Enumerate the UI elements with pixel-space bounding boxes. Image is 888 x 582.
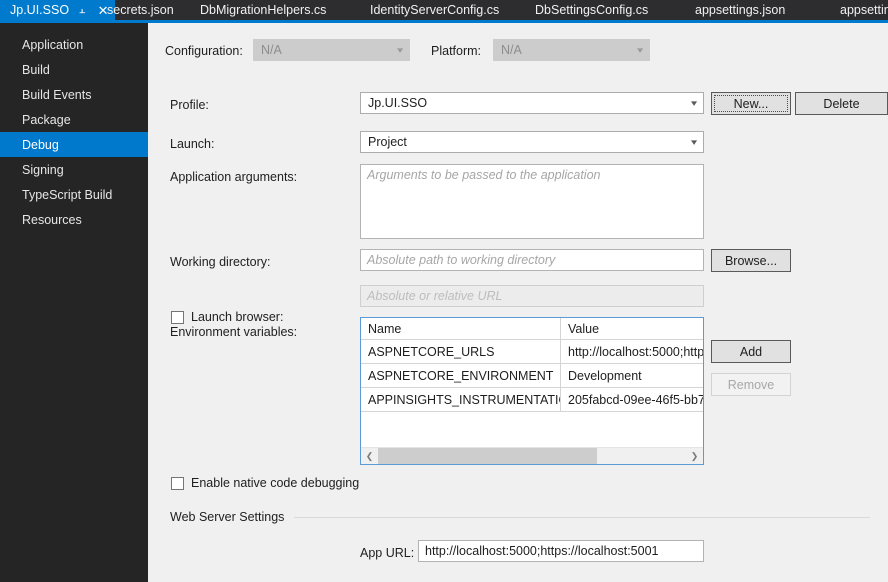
env-var-name-cell[interactable]: ASPNETCORE_ENVIRONMENT [361, 364, 561, 387]
grid-horizontal-scrollbar[interactable]: ❮ ❯ [361, 447, 703, 464]
platform-dropdown[interactable]: N/A ▾ [493, 39, 650, 61]
environment-variables-grid-header: Name Value [361, 318, 703, 340]
chevron-down-icon: ▾ [690, 136, 698, 147]
profile-value: Jp.UI.SSO [368, 96, 428, 110]
web-server-settings-title: Web Server Settings [170, 510, 285, 524]
launch-browser-checkbox-row[interactable]: Launch browser: [171, 310, 283, 324]
configuration-label: Configuration: [165, 44, 243, 58]
editor-tab-strip: Jp.UI.SSO ⫠ ✕ secrets.json DbMigrationHelper… [0, 0, 888, 20]
sidebar-item-label: Build [22, 62, 50, 77]
delete-profile-button-label: Delete [823, 96, 860, 111]
sidebar-item-signing[interactable]: Signing [0, 157, 148, 182]
browse-button-label: Browse... [724, 253, 778, 268]
editor-tab-label: IdentityServerConfig.cs [370, 3, 500, 17]
sidebar-item-application[interactable]: Application [0, 32, 148, 57]
sidebar-item-label: TypeScript Build [22, 187, 113, 202]
editor-tab-label: DbMigrationHelpers.cs [200, 3, 327, 17]
editor-tab-3[interactable]: IdentityServerConfig.cs [360, 0, 509, 20]
browse-button[interactable]: Browse... [711, 249, 791, 272]
configuration-dropdown[interactable]: N/A ▾ [253, 39, 410, 61]
native-debug-checkbox[interactable] [171, 476, 184, 490]
environment-variables-grid[interactable]: Name Value ASPNETCORE_URLS http://localho… [360, 317, 704, 465]
working-directory-label: Working directory: [170, 255, 271, 269]
launch-dropdown[interactable]: Project ▾ [360, 131, 704, 153]
add-env-var-button[interactable]: Add [711, 340, 791, 363]
working-directory-input[interactable]: Absolute path to working directory [360, 249, 704, 271]
sidebar-item-label: Signing [22, 162, 64, 177]
editor-tab-4[interactable]: DbSettingsConfig.cs [525, 0, 658, 20]
configuration-value: N/A [261, 43, 282, 57]
editor-tab-5[interactable]: appsettings.json [685, 0, 795, 20]
profile-dropdown[interactable]: Jp.UI.SSO ▾ [360, 92, 704, 114]
chevron-down-icon: ▾ [396, 44, 404, 55]
native-debug-label: Enable native code debugging [191, 476, 360, 490]
sidebar-item-debug[interactable]: Debug [0, 132, 159, 157]
editor-tab-6[interactable]: appsettings [830, 0, 888, 20]
chevron-right-icon[interactable]: ❯ [686, 448, 703, 465]
env-var-name-cell[interactable]: APPINSIGHTS_INSTRUMENTATIONKEY [361, 388, 561, 411]
platform-label: Platform: [431, 44, 482, 58]
sidebar-item-label: Package [22, 112, 71, 127]
editor-tab-label: appsettings.json [695, 3, 786, 17]
editor-tab-1[interactable]: secrets.json [97, 0, 184, 20]
column-header-name[interactable]: Name [361, 318, 561, 339]
environment-variables-grid-body: ASPNETCORE_URLS http://localhost:5000;htt… [361, 340, 703, 412]
editor-tab-label: DbSettingsConfig.cs [535, 3, 649, 17]
editor-tab-label: secrets.json [107, 3, 174, 17]
native-debug-checkbox-row[interactable]: Enable native code debugging [171, 476, 359, 490]
launch-browser-label: Launch browser: [191, 310, 284, 324]
add-env-var-button-label: Add [739, 344, 763, 359]
remove-env-var-button-label: Remove [727, 377, 775, 392]
app-url-label: App URL: [360, 546, 415, 560]
app-url-input[interactable]: http://localhost:5000;https://localhost:… [418, 540, 704, 562]
properties-sidebar: Application Build Build Events Package Debug… [0, 23, 159, 582]
environment-variables-label: Environment variables: [170, 325, 298, 339]
debug-properties-pane: Configuration: N/A ▾ Platform: N/A ▾ Pro… [148, 23, 888, 582]
launch-browser-checkbox[interactable] [171, 310, 184, 324]
chevron-down-icon: ▾ [636, 44, 644, 55]
sidebar-item-label: Resources [22, 212, 82, 227]
column-header-value[interactable]: Value [561, 318, 703, 339]
sidebar-item-package[interactable]: Package [0, 107, 148, 132]
delete-profile-button[interactable]: Delete [795, 92, 888, 115]
table-row[interactable]: ASPNETCORE_URLS http://localhost:5000;htt… [361, 340, 703, 364]
chevron-left-icon[interactable]: ❮ [361, 448, 378, 465]
platform-value: N/A [501, 43, 522, 57]
section-divider [294, 516, 870, 518]
env-var-value-cell[interactable]: http://localhost:5000;https:// [561, 340, 703, 363]
sidebar-item-label: Application [22, 37, 84, 52]
table-row[interactable]: APPINSIGHTS_INSTRUMENTATIONKEY205fabcd-0… [361, 388, 703, 412]
chevron-down-icon: ▾ [690, 97, 698, 108]
scrollbar-track[interactable] [378, 447, 686, 464]
editor-tab-label: Jp.UI.SSO [10, 3, 70, 17]
env-var-value-cell[interactable]: 205fabcd-09ee-46f5-bb74-9 [561, 388, 703, 411]
launch-label: Launch: [170, 137, 215, 151]
launch-value: Project [368, 135, 407, 149]
application-arguments-input[interactable]: Arguments to be passed to the applicatio… [360, 164, 704, 239]
application-arguments-label: Application arguments: [170, 170, 298, 184]
sidebar-item-typescript-build[interactable]: TypeScript Build [0, 182, 148, 207]
table-row[interactable]: ASPNETCORE_ENVIRONMENT Development [361, 364, 703, 388]
sidebar-item-build[interactable]: Build [0, 57, 148, 82]
remove-env-var-button: Remove [711, 373, 791, 396]
env-var-name-cell[interactable]: ASPNETCORE_URLS [361, 340, 561, 363]
editor-tab-label: appsettings [840, 3, 888, 17]
editor-tab-2[interactable]: DbMigrationHelpers.cs [190, 0, 336, 20]
scrollbar-thumb[interactable] [378, 447, 597, 464]
sidebar-item-label: Debug [22, 137, 59, 152]
env-var-value-cell[interactable]: Development [561, 364, 703, 387]
sidebar-item-resources[interactable]: Resources [0, 207, 148, 232]
new-profile-button[interactable]: New... [711, 92, 791, 115]
pin-icon[interactable]: ⫠ [74, 2, 90, 18]
launch-browser-url-input: Absolute or relative URL [360, 285, 704, 307]
sidebar-item-label: Build Events [22, 87, 92, 102]
profile-label: Profile: [170, 98, 209, 112]
new-profile-button-label: New... [733, 96, 769, 111]
web-server-settings-section: Web Server Settings [170, 510, 870, 524]
sidebar-item-build-events[interactable]: Build Events [0, 82, 148, 107]
